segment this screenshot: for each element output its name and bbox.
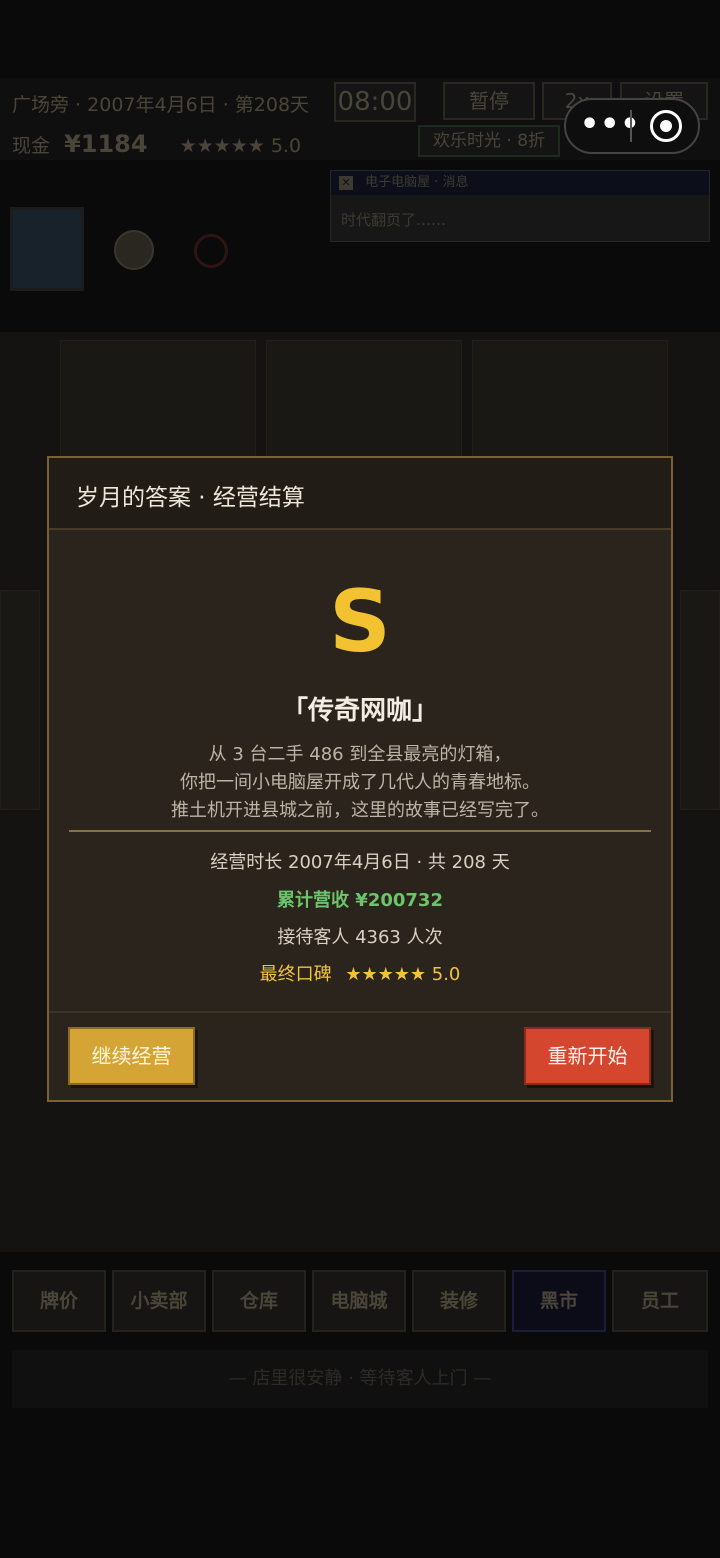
cash-label: 现金 [12,135,51,157]
tab-price[interactable]: 牌价 [12,1270,106,1332]
close-icon[interactable]: ✕ [339,176,353,190]
wall-clock-icon [114,230,154,270]
star-rating-icon: ★★★★★ [345,964,427,985]
grade-letter: S [329,572,391,672]
tab-staff[interactable]: 员工 [612,1270,708,1332]
revenue-stat: 累计营收 ¥200732 [277,890,443,911]
ending-title: 「传奇网咖」 [281,696,438,726]
no-smoking-icon [194,234,228,268]
tab-warehouse[interactable]: 仓库 [212,1270,306,1332]
capsule-divider [630,110,632,142]
cash-row: 现金 ¥1184 ★★★★★ 5.0 [12,130,301,158]
duration-stat: 经营时长 2007年4月6日 · 共 208 天 [210,852,510,873]
more-icon[interactable]: ••• [580,110,640,142]
restart-button[interactable]: 重新开始 [524,1027,651,1085]
ending-description-line: 从 3 台二手 486 到全县最亮的灯箱， [208,744,512,765]
clock-display: 08:00 [334,82,416,122]
date-text: 2007年4月6日 [87,94,217,116]
status-bar: — 店里很安静 · 等待客人上门 — [12,1350,708,1408]
continue-button[interactable]: 继续经营 [68,1027,195,1085]
window-icon [10,207,84,291]
location-text: 广场旁 [12,94,70,116]
hud-location: 广场旁 · 2007年4月6日 · 第208天 [12,94,310,116]
tab-decoration[interactable]: 装修 [412,1270,506,1332]
notice-header: ✕ 电子电脑屋 · 消息 [331,171,709,195]
notice-source: 电子电脑屋 · 消息 [365,175,469,190]
divider [69,830,651,832]
ending-description-line: 你把一间小电脑屋开成了几代人的青春地标。 [180,772,540,793]
modal-title: 岁月的答案 · 经营结算 [76,485,305,511]
hud-rating: ★★★★★ 5.0 [179,135,302,157]
reputation-score: 5.0 [431,964,461,985]
customers-stat: 接待客人 4363 人次 [277,927,443,948]
cash-value: ¥1184 [64,130,148,158]
ending-description-line: 推土机开进县城之前，这里的故事已经写完了。 [171,800,549,821]
pause-button[interactable]: 暂停 [443,82,535,120]
tab-black-market[interactable]: 黑市 [512,1270,606,1332]
reputation-label: 最终口碑 [259,964,332,985]
reputation-stat: 最终口碑 ★★★★★ 5.0 [0,960,720,986]
notice-text: 时代翻页了…… [341,211,447,229]
tab-snack-shop[interactable]: 小卖部 [112,1270,206,1332]
tab-computer-mall[interactable]: 电脑城 [312,1270,406,1332]
footer-divider [49,1011,671,1013]
close-miniprogram-icon[interactable] [650,110,682,142]
happy-hour-badge: 欢乐时光 · 8折 [418,125,560,157]
notice-panel: ✕ 电子电脑屋 · 消息 时代翻页了…… [330,170,710,242]
day-text: 第208天 [234,94,310,116]
